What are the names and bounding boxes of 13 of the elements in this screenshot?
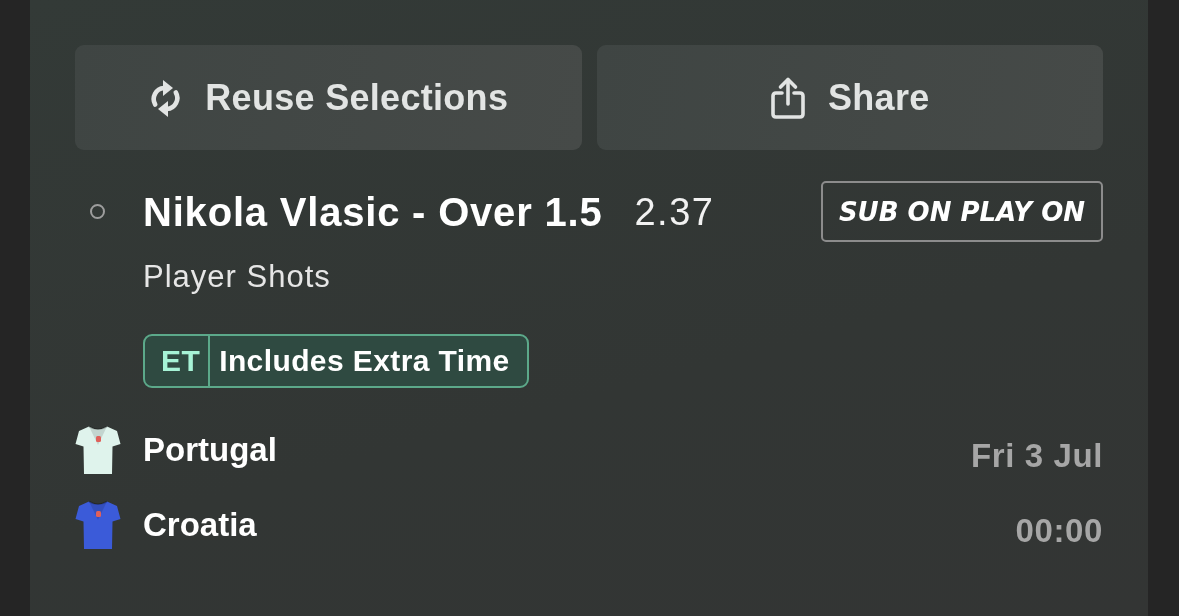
tag-label: Includes Extra Time <box>218 343 511 379</box>
team-name: Portugal <box>143 431 277 469</box>
tag-code: ET <box>145 336 211 386</box>
share-button[interactable]: Share <box>596 45 1103 150</box>
team-name: Croatia <box>143 506 257 544</box>
market-name: Player Shots <box>143 259 331 295</box>
promo-badge: SUB ON PLAY ON <box>820 181 1103 242</box>
match-date: Fri 3 Jul <box>971 436 1103 476</box>
selection-name: Nikola Vlasic - Over 1.5 <box>143 188 603 236</box>
share-icon <box>769 75 806 120</box>
odds-value: 2.37 <box>634 189 715 235</box>
reuse-button[interactable]: Reuse Selections <box>75 45 582 150</box>
match-time: 00:00 <box>1015 511 1103 551</box>
